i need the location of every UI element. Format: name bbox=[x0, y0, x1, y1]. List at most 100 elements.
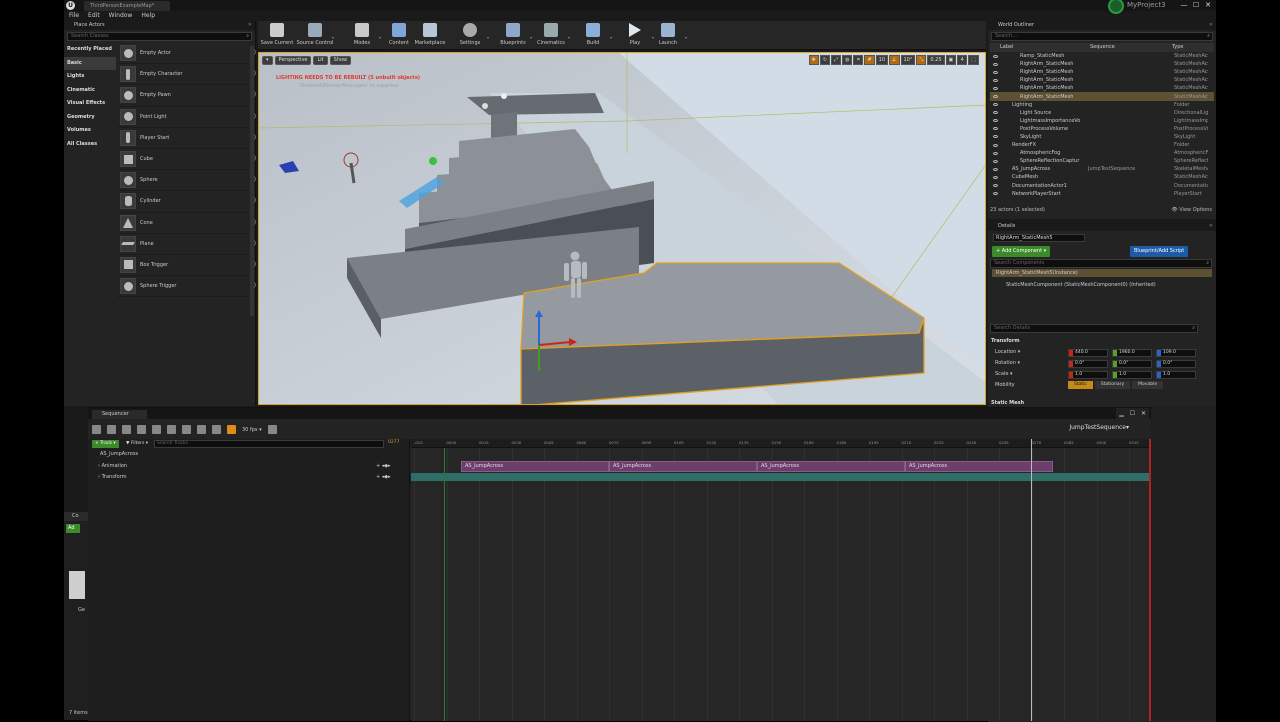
maximize-button[interactable]: ☐ bbox=[1190, 0, 1202, 11]
outliner-row[interactable]: Light Source DirectionalLigh bbox=[990, 109, 1214, 117]
rotation-z-field[interactable]: 0.0° bbox=[1156, 360, 1196, 368]
eye-icon[interactable] bbox=[993, 111, 998, 115]
actor-item[interactable]: Box Trigger bbox=[117, 255, 256, 277]
eye-icon[interactable] bbox=[993, 86, 998, 90]
menu-file[interactable]: File bbox=[69, 11, 79, 21]
current-frame[interactable]: 0277 bbox=[388, 440, 399, 445]
view-options-button[interactable]: 👁 View Options bbox=[1171, 207, 1212, 213]
rotate-icon[interactable]: ↻ bbox=[819, 55, 831, 65]
eye-icon[interactable] bbox=[993, 143, 998, 147]
eye-icon[interactable] bbox=[993, 103, 998, 107]
rotation-y-field[interactable]: 0.0° bbox=[1112, 360, 1152, 368]
magnet-icon[interactable] bbox=[227, 425, 236, 434]
eye-icon[interactable] bbox=[993, 159, 998, 163]
outliner-row[interactable]: AtmosphericFog AtmosphericFo bbox=[990, 149, 1214, 157]
details-tab[interactable]: Details ✕ bbox=[988, 222, 1216, 231]
camera-speed-value[interactable]: 4 bbox=[957, 55, 968, 65]
category-lights[interactable]: Lights bbox=[64, 70, 116, 84]
eye-icon[interactable] bbox=[993, 135, 998, 139]
eye-icon[interactable] bbox=[993, 175, 998, 179]
modes-button[interactable]: Modes ▾ bbox=[343, 23, 381, 46]
outliner-row[interactable]: RightArm_StaticMesh StaticMeshAct bbox=[990, 68, 1214, 76]
animation-clip[interactable]: AS_JumpAcross bbox=[609, 461, 757, 472]
filters-button[interactable]: ▼ Filters ▾ bbox=[126, 440, 148, 448]
static-mesh-section[interactable]: Static Mesh bbox=[991, 400, 1024, 406]
location-label[interactable]: Location ▾ bbox=[995, 349, 1020, 355]
rotation-snap-value[interactable]: 10° bbox=[900, 55, 916, 65]
category-geometry[interactable]: Geometry bbox=[64, 111, 116, 125]
add-track-button[interactable]: + Track ▾ bbox=[92, 440, 119, 448]
actor-item[interactable]: Cube bbox=[117, 149, 256, 171]
actor-item[interactable]: Cone bbox=[117, 213, 256, 234]
eye-icon[interactable] bbox=[993, 192, 998, 196]
show-button[interactable]: Show bbox=[329, 56, 352, 65]
camera-icon[interactable] bbox=[137, 425, 146, 434]
eye-icon[interactable] bbox=[993, 78, 998, 82]
playhead[interactable] bbox=[1031, 439, 1032, 721]
outliner-row[interactable]: RightArm_StaticMesh StaticMeshAct bbox=[990, 92, 1214, 101]
actor-item[interactable]: Sphere Trigger bbox=[117, 276, 256, 298]
outliner-row[interactable]: RenderFX Folder bbox=[990, 141, 1214, 149]
actor-item[interactable]: Empty Pawn bbox=[117, 85, 256, 107]
outliner-row[interactable]: RightArm_StaticMesh StaticMeshAct bbox=[990, 84, 1214, 92]
eye-icon[interactable] bbox=[993, 127, 998, 131]
outliner-row[interactable]: SkyLight SkyLight bbox=[990, 133, 1214, 141]
outliner-row[interactable]: PostProcessVolume PostProcessVo bbox=[990, 125, 1214, 133]
track-row-transform[interactable]: › Transform + ◂◆▸ bbox=[88, 472, 410, 483]
render-movie-icon[interactable] bbox=[122, 425, 131, 434]
eye-icon[interactable] bbox=[993, 184, 998, 188]
translate-icon[interactable]: ✥ bbox=[808, 55, 819, 65]
actor-name-field[interactable]: RightArm_StaticMesh5 bbox=[993, 234, 1085, 242]
sequence-name-breadcrumb[interactable]: JumpTestSequence▾ bbox=[1069, 424, 1129, 431]
outliner-row[interactable]: LightmassImportanceVo LightmassImp bbox=[990, 117, 1214, 125]
perspective-button[interactable]: Perspective bbox=[274, 56, 312, 65]
pen-icon[interactable] bbox=[212, 425, 221, 434]
world-icon[interactable]: ◍ bbox=[842, 55, 853, 65]
fps-dropdown[interactable]: 30 fps ▾ bbox=[242, 427, 262, 433]
marketplace-button[interactable]: Marketplace bbox=[411, 23, 449, 46]
search-icon[interactable] bbox=[107, 425, 116, 434]
eye-icon[interactable] bbox=[993, 70, 998, 74]
outliner-row[interactable]: CubeMesh StaticMeshAct bbox=[990, 173, 1214, 181]
outliner-row[interactable]: Lighting Folder bbox=[990, 101, 1214, 109]
outliner-row[interactable]: RightArm_StaticMesh StaticMeshAct bbox=[990, 76, 1214, 84]
mobility-stationary[interactable]: Stationary bbox=[1094, 381, 1131, 389]
animation-clip[interactable]: AS_JumpAcross bbox=[757, 461, 905, 472]
source-control-button[interactable]: Source Control ▾ bbox=[296, 23, 334, 46]
outliner-row[interactable]: AS_JumpAcross JumpTestSequence SkeletalMes… bbox=[990, 165, 1214, 173]
scale-x-field[interactable]: 1.0 bbox=[1068, 371, 1108, 379]
save-icon[interactable] bbox=[92, 425, 101, 434]
scrollbar[interactable] bbox=[250, 46, 254, 316]
transform-section[interactable]: Transform bbox=[991, 338, 1020, 344]
scale-label[interactable]: Scale ▾ bbox=[995, 371, 1013, 377]
outliner-row[interactable]: NetworkPlayerStart PlayerStart bbox=[990, 190, 1214, 198]
location-x-field[interactable]: 440.0 bbox=[1068, 349, 1108, 357]
outliner-row[interactable]: DocumentationActor1 DocumentationA bbox=[990, 182, 1214, 190]
eye-icon[interactable] bbox=[993, 54, 998, 58]
viewport-menu-button[interactable]: ▾ bbox=[262, 56, 273, 65]
blueprints-button[interactable]: Blueprints ▾ bbox=[494, 23, 532, 46]
transform-track-bar[interactable] bbox=[411, 473, 1151, 481]
actor-item[interactable]: Player Start bbox=[117, 128, 256, 149]
eye-icon[interactable] bbox=[993, 151, 998, 155]
actor-item[interactable]: Point Light bbox=[117, 107, 256, 128]
track-row-actor[interactable]: AS_JumpAcross bbox=[88, 449, 410, 460]
close-icon[interactable]: ✕ bbox=[1209, 21, 1213, 30]
category-cinematic[interactable]: Cinematic bbox=[64, 84, 116, 98]
scale-snap-value[interactable]: 0.25 bbox=[927, 55, 945, 65]
eye-icon[interactable] bbox=[993, 119, 998, 123]
surface-snap-icon[interactable]: ⌗ bbox=[853, 55, 864, 65]
rotation-snap-icon[interactable]: ∠ bbox=[889, 55, 900, 65]
outliner-row[interactable]: RightArm_StaticMesh StaticMeshAct bbox=[990, 60, 1214, 68]
cinematics-button[interactable]: Cinematics ▾ bbox=[532, 23, 570, 46]
actor-item[interactable]: Cylinder bbox=[117, 191, 256, 213]
add-key-icon[interactable]: + ◂◆▸ bbox=[376, 472, 391, 483]
category-basic[interactable]: Basic bbox=[64, 56, 116, 70]
actor-item[interactable]: Sphere bbox=[117, 170, 256, 192]
track-row-animation[interactable]: › Animation + ◂◆▸ bbox=[88, 461, 410, 472]
menu-window[interactable]: Window bbox=[109, 11, 133, 21]
blueprint-add-script-button[interactable]: Blueprint/Add Script bbox=[1130, 246, 1189, 257]
components-search-input[interactable]: Search Components ⌕ bbox=[990, 259, 1212, 268]
component-instance-row[interactable]: RightArm_StaticMesh5(Instance) bbox=[992, 269, 1212, 277]
maximize-button[interactable]: ☐ bbox=[1127, 408, 1138, 419]
